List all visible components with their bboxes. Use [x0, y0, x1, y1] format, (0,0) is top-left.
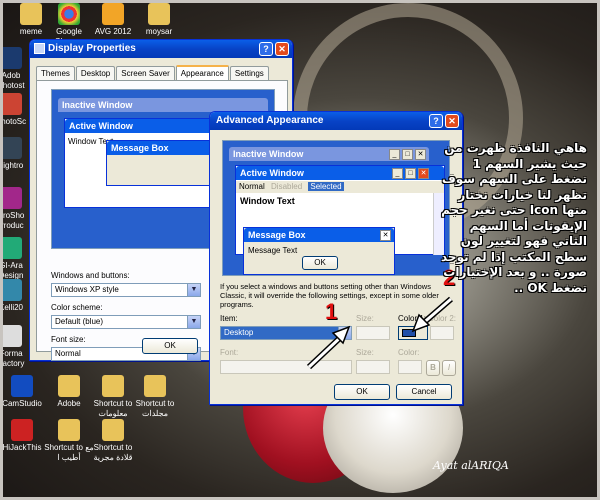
size-spinner[interactable]	[356, 326, 390, 340]
tab-bar: Themes Desktop Screen Saver Appearance S…	[36, 65, 269, 81]
close-icon: ✕	[415, 149, 426, 160]
adv-message-box: Message Box ✕ Message Text OK	[243, 227, 395, 275]
windows-buttons-label: Windows and buttons:	[51, 271, 130, 280]
tab-settings[interactable]: Settings	[229, 66, 269, 81]
preview-message-box: Message Box ✕	[106, 140, 224, 186]
windows-buttons-select[interactable]: Windows XP style ▼	[51, 283, 201, 297]
desktop-icon-camstudio[interactable]: CamStudio	[3, 375, 47, 409]
menu-disabled: Disabled	[271, 182, 303, 191]
font-size-label: Size:	[356, 348, 374, 357]
preview-active-title: Active Window	[65, 119, 213, 133]
font-color-label: Color:	[398, 348, 420, 357]
advanced-preview-area: Inactive Window _ □ ✕ Active Window _ □ …	[222, 140, 450, 276]
menu-selected: Selected	[308, 182, 344, 191]
advanced-appearance-titlebar[interactable]: Advanced Appearance ? ✕	[210, 112, 462, 130]
adv-window-text: Window Text	[240, 196, 295, 206]
cancel-button[interactable]: Cancel	[396, 384, 452, 400]
menu-normal: Normal	[239, 182, 265, 191]
close-icon: ✕	[380, 230, 391, 241]
maximize-icon: □	[405, 168, 416, 179]
window-title: Advanced Appearance	[216, 115, 324, 126]
tab-themes[interactable]: Themes	[36, 66, 75, 81]
close-button[interactable]: ✕	[275, 42, 289, 56]
adv-menu-bar: Normal Disabled Selected	[236, 181, 444, 193]
desktop-icon-moysar[interactable]: moysar	[131, 3, 187, 37]
chevron-down-icon[interactable]: ▼	[187, 316, 200, 328]
adv-message-text: Message Text	[248, 246, 298, 255]
desktop-icon-hijackthis[interactable]: HiJackThis	[3, 419, 47, 453]
desktop-background: meme Google Chrome AVG 2012 moysar Adob …	[0, 0, 600, 500]
desktop-icon-shortcut-necklace[interactable]: Shortcut to قلادة مجرية	[85, 419, 141, 463]
size-label: Size:	[356, 314, 374, 323]
minimize-icon: _	[389, 149, 400, 160]
tab-appearance[interactable]: Appearance	[175, 65, 229, 80]
tab-desktop[interactable]: Desktop	[75, 66, 116, 81]
minimize-icon: _	[392, 168, 403, 179]
color-scheme-select[interactable]: Default (blue) ▼	[51, 315, 201, 329]
item-label: Item:	[220, 314, 238, 323]
display-properties-titlebar[interactable]: Display Properties ? ✕	[30, 40, 292, 58]
signature: Ayat alARIQA	[433, 459, 509, 472]
maximize-icon: □	[402, 149, 413, 160]
font-size-select[interactable]	[356, 360, 390, 374]
help-button[interactable]: ?	[259, 42, 273, 56]
font-label: Font:	[220, 348, 239, 357]
close-icon: ✕	[418, 168, 429, 179]
window-title: Display Properties	[48, 43, 136, 54]
italic-button[interactable]: I	[442, 360, 456, 376]
desktop-icon-shortcut-folders[interactable]: Shortcut to مجلدات	[127, 375, 183, 419]
font-size-label: Font size:	[51, 335, 86, 344]
preview-ok-button: OK	[302, 256, 338, 270]
ok-button[interactable]: OK	[142, 338, 198, 354]
color-scheme-label: Color scheme:	[51, 303, 103, 312]
font-color-picker[interactable]	[398, 360, 422, 374]
preview-message-title: Message Box	[107, 141, 223, 155]
help-button[interactable]: ?	[429, 114, 443, 128]
close-button[interactable]: ✕	[445, 114, 459, 128]
adv-message-title: Message Box	[244, 228, 394, 242]
arabic-instructions: هاهي النافذة ظهرت من حيث يشير السهم 1 نض…	[440, 141, 587, 295]
bold-button[interactable]: B	[426, 360, 440, 376]
ok-button[interactable]: OK	[334, 384, 390, 400]
tab-screen-saver[interactable]: Screen Saver	[116, 66, 175, 81]
annotation-number-1: 1	[325, 299, 338, 324]
display-icon	[34, 43, 45, 54]
arrow-2-icon	[411, 296, 453, 333]
chevron-down-icon[interactable]: ▼	[187, 284, 200, 296]
arrow-1-icon	[306, 325, 351, 370]
preview-inactive-title: Inactive Window	[58, 98, 268, 112]
